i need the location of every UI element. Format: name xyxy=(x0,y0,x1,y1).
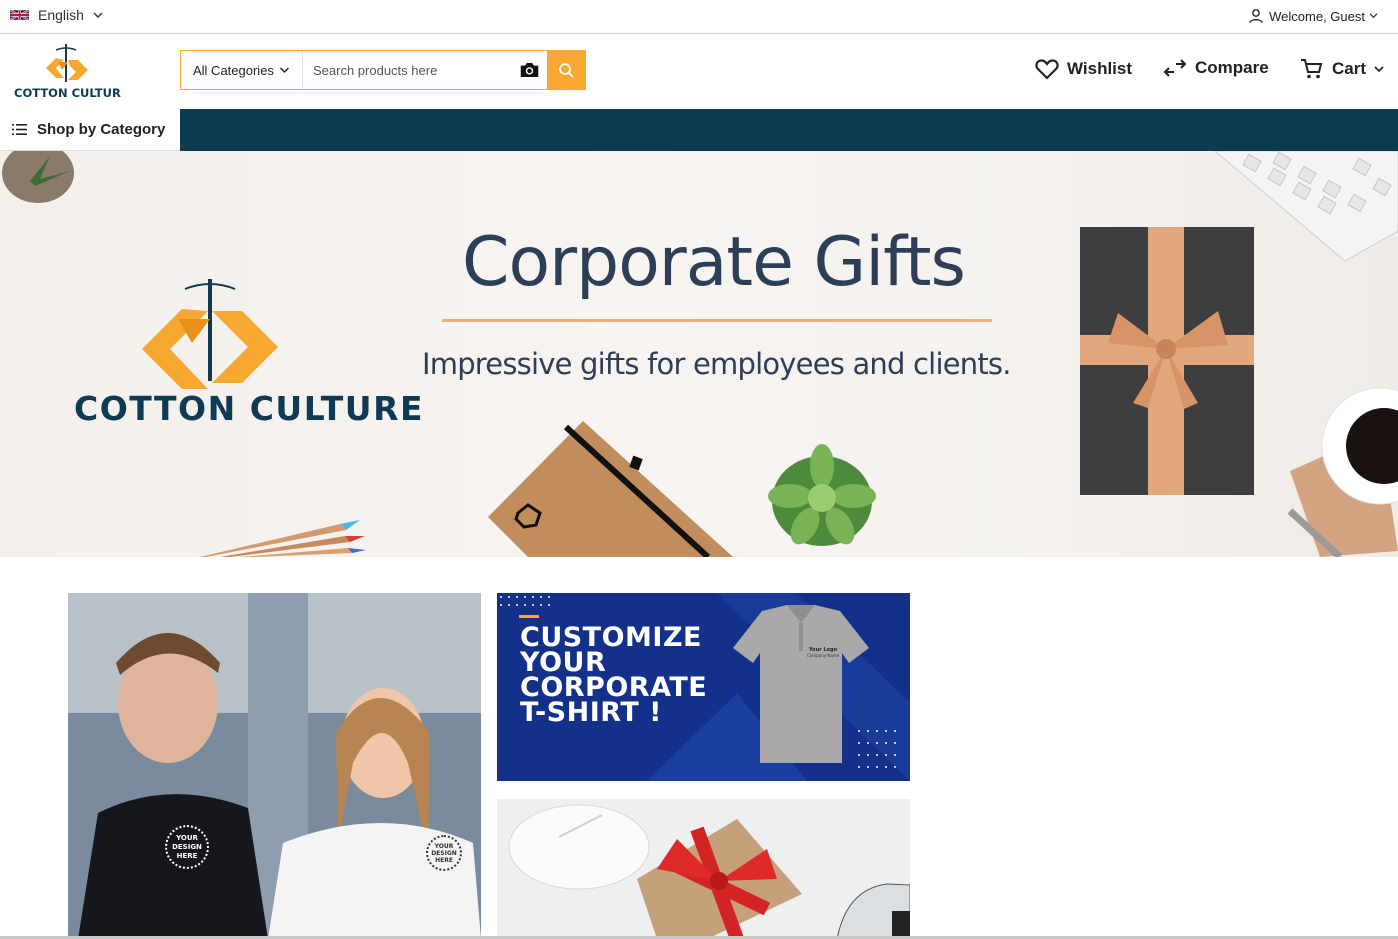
succulent-image xyxy=(768,444,876,546)
shirt-company-text: Company Name xyxy=(807,653,840,658)
hero-logo-text: COTTON CULTURE xyxy=(74,389,425,428)
list-menu-icon xyxy=(12,124,27,135)
hero-logo-image xyxy=(142,279,278,389)
pencils-image xyxy=(200,520,366,557)
chevron-down-icon xyxy=(93,11,103,18)
gift-mouse-photo xyxy=(497,799,910,939)
hero-title: Corporate Gifts xyxy=(462,223,966,302)
uk-flag-icon xyxy=(10,9,29,21)
search-icon xyxy=(559,62,574,78)
top-bar: English Welcome, Guest xyxy=(0,0,1398,34)
hero-subtitle: Impressive gifts for employees and clien… xyxy=(422,347,1011,381)
chevron-down-icon xyxy=(1369,13,1378,19)
gift-box-image xyxy=(1080,227,1254,495)
heading-line: T-SHIRT ! xyxy=(520,697,662,728)
wishlist-link[interactable]: Wishlist xyxy=(1035,58,1132,80)
hero-banner[interactable]: COTTON CULTURE Corporate Gifts Impressiv… xyxy=(0,151,1398,557)
cart-label: Cart xyxy=(1332,59,1367,78)
category-select-label: All Categories xyxy=(193,62,274,78)
design-badge: YOUR DESIGN HERE xyxy=(165,825,209,869)
language-label: English xyxy=(38,7,84,23)
main-nav-bar: Shop by Category xyxy=(0,109,1398,151)
compare-icon xyxy=(1163,59,1187,77)
promo-tile-team-shirts[interactable]: YOUR DESIGN HERE YOUR DESIGN HERE xyxy=(68,593,481,939)
heart-icon xyxy=(1035,59,1059,80)
cart-icon xyxy=(1301,59,1323,79)
search-bar: All Categories xyxy=(180,50,586,90)
promo-tile-customize-tshirt[interactable]: Your Logo Company Name CUSTOMIZE YOUR CO… xyxy=(497,593,910,781)
welcome-label: Welcome, Guest xyxy=(1269,8,1365,24)
design-badge-text: YOUR DESIGN HERE xyxy=(431,842,457,864)
design-badge: YOUR DESIGN HERE xyxy=(426,835,462,871)
shop-by-category-label: Shop by Category xyxy=(37,121,166,138)
site-logo[interactable]: COTTON CULTURE xyxy=(12,40,129,102)
logo-text: COTTON CULTURE xyxy=(14,86,122,100)
language-selector[interactable]: English xyxy=(10,7,103,23)
chevron-down-icon xyxy=(279,66,290,73)
compare-label: Compare xyxy=(1195,58,1269,77)
user-icon xyxy=(1249,9,1263,23)
cart-link[interactable]: Cart xyxy=(1300,58,1384,80)
notebook-image xyxy=(488,421,733,557)
customize-tshirt-heading: CUSTOMIZE YOUR CORPORATE T-SHIRT ! xyxy=(520,624,707,728)
design-badge-text: YOUR DESIGN HERE xyxy=(172,833,202,860)
camera-icon xyxy=(520,63,538,77)
search-button[interactable] xyxy=(547,50,586,90)
image-search-button[interactable] xyxy=(511,51,547,89)
promo-tile-gift[interactable] xyxy=(497,799,910,939)
compare-link[interactable]: Compare xyxy=(1163,58,1269,78)
search-input[interactable] xyxy=(303,51,511,89)
shop-by-category-button[interactable]: Shop by Category xyxy=(0,109,180,151)
category-select[interactable]: All Categories xyxy=(181,51,303,89)
hero-divider xyxy=(442,319,992,322)
coffee-cup-image xyxy=(1287,387,1398,557)
plant-image xyxy=(2,151,74,203)
header: COTTON CULTURE All Categories Wishlist C… xyxy=(0,34,1398,109)
chevron-down-icon xyxy=(1374,65,1384,72)
team-shirts-photo xyxy=(68,593,481,939)
account-menu[interactable]: Welcome, Guest xyxy=(1247,7,1378,25)
wishlist-label: Wishlist xyxy=(1067,59,1133,78)
